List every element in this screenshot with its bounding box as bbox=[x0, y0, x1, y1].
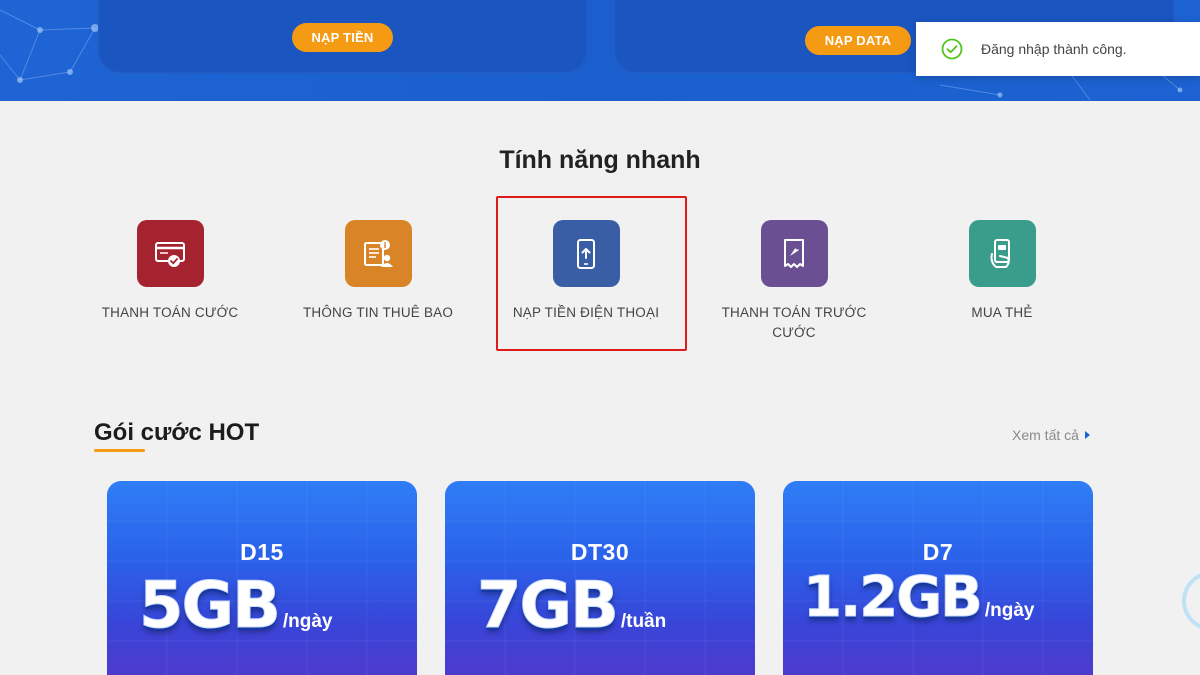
package-unit: /ngày bbox=[984, 600, 1035, 621]
receipt-icon bbox=[760, 220, 828, 287]
feature-label: THANH TOÁN CƯỚC bbox=[101, 305, 239, 320]
card-check-icon bbox=[136, 220, 204, 287]
package-amount: 5GB bbox=[139, 569, 282, 644]
login-success-toast: Đăng nhập thành công. bbox=[916, 22, 1200, 76]
package-code: DT30 bbox=[570, 539, 630, 565]
package-card-dt30[interactable]: DT30 7GB /tuần bbox=[445, 481, 755, 675]
package-amount: 1.2GB bbox=[803, 565, 984, 631]
toast-message: Đăng nhập thành công. bbox=[981, 41, 1127, 57]
package-amount: 7GB bbox=[477, 569, 620, 644]
phone-topup-icon bbox=[552, 220, 620, 287]
hot-packages-title: Gói cước HOT bbox=[94, 419, 260, 446]
feature-label: NẠP TIỀN ĐIỆN THOẠI bbox=[512, 305, 660, 320]
package-unit: /ngày bbox=[282, 611, 333, 632]
feature-label: THÔNG TIN THUÊ BAO bbox=[302, 305, 454, 320]
quick-features-title: Tính năng nhanh bbox=[499, 146, 701, 174]
feature-subscriber-info[interactable]: i THÔNG TIN THUÊ BAO bbox=[298, 220, 458, 323]
feature-pay-bill[interactable]: THANH TOÁN CƯỚC bbox=[100, 220, 240, 323]
view-all-label: Xem tất cả bbox=[1012, 427, 1079, 443]
package-card-d7[interactable]: D7 1.2GB /ngày bbox=[783, 481, 1093, 675]
feature-label: THANH TOÁN TRƯỚC CƯỚC bbox=[721, 305, 867, 340]
package-code: D15 bbox=[240, 539, 284, 565]
feature-phone-topup[interactable]: NẠP TIỀN ĐIỆN THOẠI bbox=[506, 220, 666, 323]
subscriber-info-icon: i bbox=[344, 220, 412, 287]
feature-label: MUA THẺ bbox=[971, 305, 1033, 320]
caret-right-icon bbox=[1084, 431, 1090, 439]
buy-card-icon bbox=[968, 220, 1036, 287]
package-offer: 5GB /ngày bbox=[139, 569, 333, 644]
check-circle-icon bbox=[941, 38, 963, 60]
top-up-button[interactable]: NẠP TIỀN bbox=[292, 23, 393, 52]
floating-chat-button[interactable] bbox=[1182, 571, 1200, 631]
package-code: D7 bbox=[922, 539, 954, 565]
title-underline bbox=[94, 449, 145, 452]
package-offer: 7GB /tuần bbox=[477, 569, 667, 644]
buy-data-button[interactable]: NẠP DATA bbox=[805, 26, 911, 55]
feature-prepay-bill[interactable]: THANH TOÁN TRƯỚC CƯỚC bbox=[714, 220, 874, 343]
svg-text:i: i bbox=[384, 241, 387, 250]
view-all-link[interactable]: Xem tất cả bbox=[1012, 427, 1090, 443]
feature-buy-card[interactable]: MUA THẺ bbox=[932, 220, 1072, 323]
package-card-d15[interactable]: D15 5GB /ngày bbox=[107, 481, 417, 675]
package-offer: 1.2GB /ngày bbox=[803, 565, 1035, 631]
package-unit: /tuần bbox=[620, 611, 667, 632]
